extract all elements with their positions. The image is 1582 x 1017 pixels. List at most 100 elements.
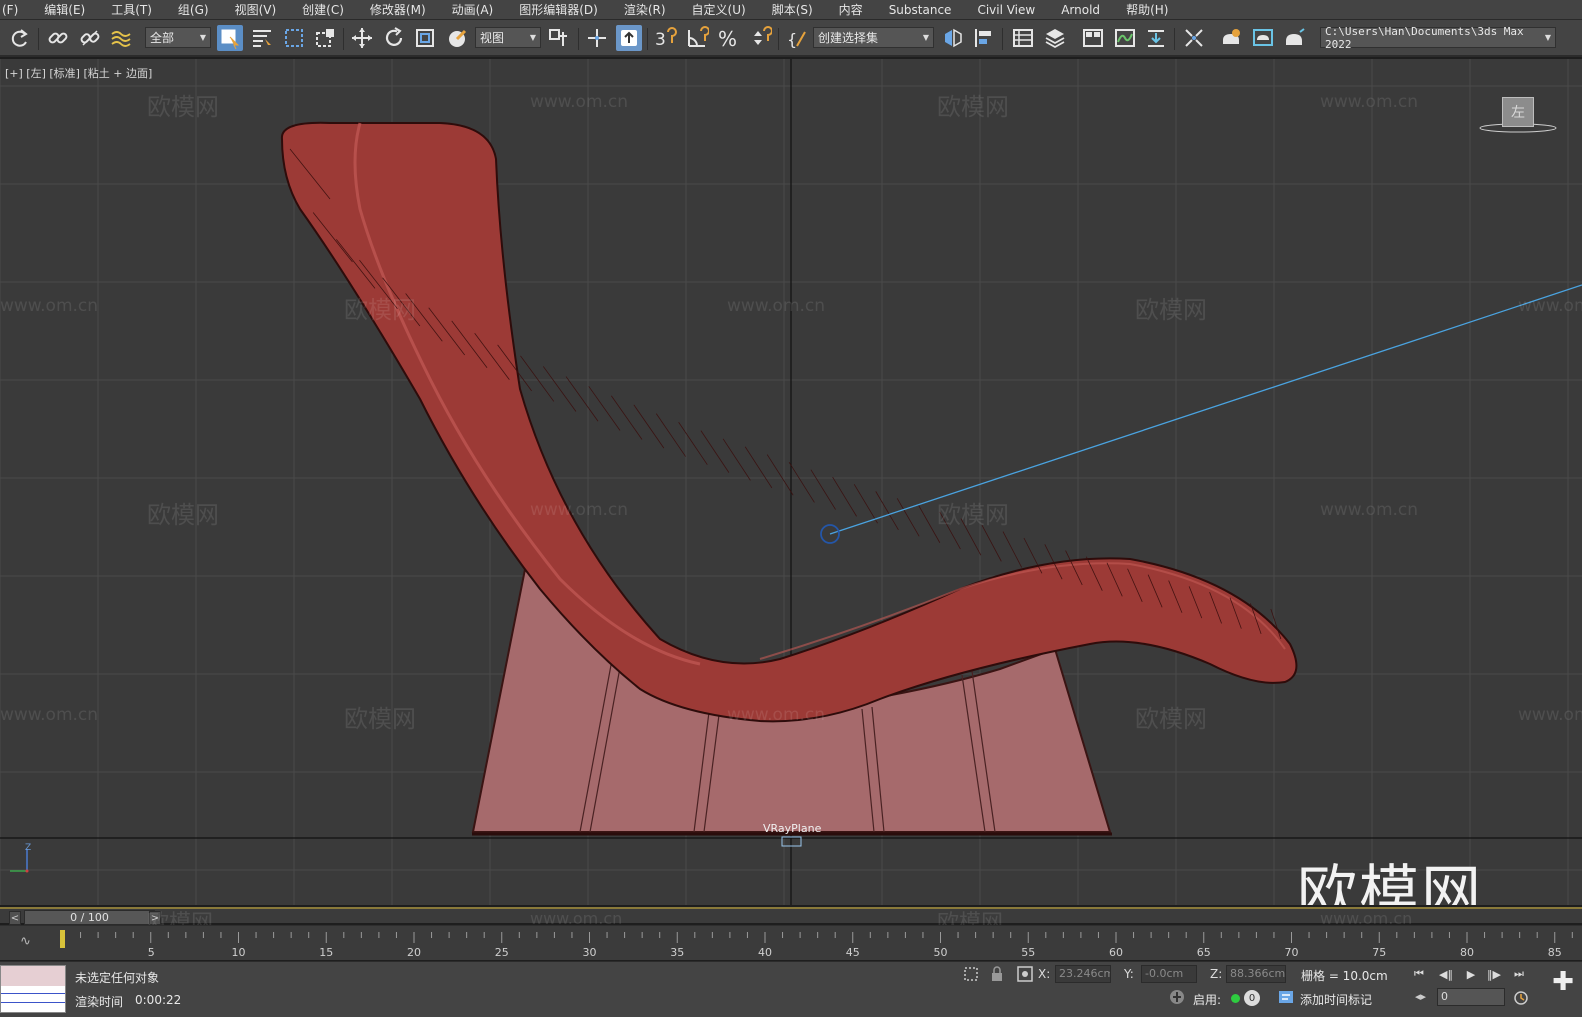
- menu-views[interactable]: 视图(V): [222, 1, 290, 18]
- wire-edge: [788, 462, 815, 503]
- menu-scripting[interactable]: 脚本(S): [759, 1, 826, 18]
- menu-edit[interactable]: 编辑(E): [31, 1, 98, 18]
- time-slider-next-button[interactable]: >: [149, 911, 161, 925]
- enable-label: 启用:: [1193, 993, 1222, 1007]
- menu-file[interactable]: (F): [0, 3, 31, 17]
- snap-toggle-icon[interactable]: 3: [652, 25, 678, 51]
- menu-substance[interactable]: Substance: [876, 3, 965, 17]
- menu-civil-view[interactable]: Civil View: [964, 3, 1048, 17]
- play-icon[interactable]: ▶: [1462, 965, 1480, 983]
- maxscript-mini-listener[interactable]: [0, 965, 66, 1013]
- mirror-icon[interactable]: [940, 25, 966, 51]
- wire-edge: [875, 491, 899, 531]
- z-coord-field[interactable]: 88.366cm: [1226, 965, 1286, 983]
- placement-icon[interactable]: [444, 25, 470, 51]
- unlink-icon[interactable]: [77, 25, 103, 51]
- next-frame-icon[interactable]: ‖▶: [1485, 965, 1503, 983]
- curve-editor-icon[interactable]: [1112, 25, 1138, 51]
- add-icon[interactable]: ✚: [1549, 967, 1577, 997]
- rendered-frame-window-icon[interactable]: [1250, 25, 1276, 51]
- track-tick-label: 60: [1109, 946, 1123, 959]
- menu-animation[interactable]: 动画(A): [439, 1, 507, 18]
- percent-snap-icon[interactable]: %: [716, 25, 742, 51]
- reference-coordinate-dropdown[interactable]: 视图 ▼: [475, 27, 541, 48]
- selection-filter-dropdown[interactable]: 全部 ▼: [145, 27, 211, 48]
- menu-help[interactable]: 帮助(H): [1113, 1, 1181, 18]
- track-tick-label: 55: [1021, 946, 1036, 959]
- rotate-icon[interactable]: [381, 25, 407, 51]
- viewcube[interactable]: 左: [1502, 97, 1534, 127]
- menu-rendering[interactable]: 渲染(R): [611, 1, 679, 18]
- menu-group[interactable]: 组(G): [165, 1, 222, 18]
- time-cursor[interactable]: [60, 930, 65, 948]
- previous-frame-icon[interactable]: ◀‖: [1437, 965, 1455, 983]
- scene-explorer-icon[interactable]: [1010, 25, 1036, 51]
- vray-plane-label[interactable]: VRayPlane: [763, 822, 821, 835]
- redo-icon[interactable]: [6, 25, 32, 51]
- lock-icon[interactable]: [990, 965, 1004, 983]
- x-coord-field[interactable]: 23.246cm: [1055, 965, 1111, 983]
- edit-named-selection-icon[interactable]: {: [784, 25, 810, 51]
- keyboard-shortcut-override-icon[interactable]: [616, 25, 642, 51]
- absolute-mode-icon[interactable]: [1016, 965, 1034, 983]
- named-selection-value: 创建选择集: [818, 31, 879, 45]
- pivot-center-icon[interactable]: [546, 25, 572, 51]
- select-object-icon[interactable]: [217, 25, 243, 51]
- go-to-start-icon[interactable]: ⏮: [1410, 965, 1428, 983]
- menu-tools[interactable]: 工具(T): [98, 1, 165, 18]
- status-bar: 未选定任何对象 渲染时间 0:00:22 X: 23.246cm Y: -0.0…: [0, 961, 1582, 1017]
- layer-explorer-icon[interactable]: [1042, 25, 1068, 51]
- key-mode-icon[interactable]: ◂▸: [1415, 990, 1426, 1003]
- main-toolbar: 全部 ▼ 视图 ▼ 3 % {创建选择集 ▼ C:\Users\Han\Doc…: [0, 20, 1582, 57]
- schematic-view-icon[interactable]: [1143, 25, 1169, 51]
- track-tick-label: 50: [933, 946, 948, 959]
- project-folder-dropdown[interactable]: C:\Users\Han\Documents\3ds Max 2022 ▼: [1320, 25, 1556, 51]
- window-crossing-icon[interactable]: [313, 25, 339, 51]
- material-editor-icon[interactable]: [1181, 25, 1207, 51]
- render-production-icon[interactable]: [1282, 25, 1308, 51]
- render-setup-icon[interactable]: [1218, 25, 1244, 51]
- go-to-end-icon[interactable]: ⏭: [1510, 965, 1528, 983]
- svg-text:Z: Z: [25, 843, 31, 853]
- adaptive-degradation-icon[interactable]: [1168, 988, 1186, 1006]
- align-icon[interactable]: [971, 25, 997, 51]
- named-selection-dropdown[interactable]: 创建选择集 ▼: [813, 27, 934, 48]
- scale-icon[interactable]: [412, 25, 438, 51]
- rectangular-selection-icon[interactable]: [281, 25, 307, 51]
- z-coord-label: Z:: [1210, 967, 1223, 981]
- time-config-icon[interactable]: [1512, 989, 1530, 1007]
- current-frame-field[interactable]: 0: [1437, 988, 1505, 1006]
- track-tick-label: 30: [582, 946, 597, 959]
- link-icon[interactable]: [45, 25, 71, 51]
- viewport-left[interactable]: Z [+] [左] [标准] [粘土 + 边面] 左 欧模网 www.om.cn…: [0, 59, 1582, 905]
- time-slider-prev-button[interactable]: <: [9, 911, 21, 925]
- track-tick-label: 45: [845, 946, 860, 959]
- menu-modifiers[interactable]: 修改器(M): [357, 1, 439, 18]
- time-slider-thumb[interactable]: 0 / 100: [24, 910, 155, 925]
- isolate-selection-icon[interactable]: [962, 965, 980, 983]
- y-coord-field[interactable]: -0.0cm: [1141, 965, 1197, 983]
- add-time-tag-button[interactable]: 添加时间标记: [1300, 991, 1372, 1008]
- angle-snap-icon[interactable]: [684, 25, 710, 51]
- status-indicator: [1231, 994, 1240, 1003]
- viewport-label[interactable]: [+] [左] [标准] [粘土 + 边面]: [5, 65, 152, 81]
- wire-edge: [633, 404, 665, 449]
- menu-create[interactable]: 创建(C): [289, 1, 357, 18]
- time-slider[interactable]: < 0 / 100 > 欧模网 www.om.cn 欧模网 www.om.cn: [0, 907, 1582, 936]
- wire-edge: [832, 476, 857, 517]
- select-by-name-icon[interactable]: [249, 25, 275, 51]
- track-bar[interactable]: ∿ 0510152025303540455055606570758085: [0, 925, 1582, 960]
- wire-edge: [588, 386, 621, 431]
- menu-customize[interactable]: 自定义(U): [679, 1, 759, 18]
- menu-arnold[interactable]: Arnold: [1048, 3, 1113, 17]
- time-tag-icon[interactable]: [1277, 988, 1295, 1006]
- toggle-ribbon-icon[interactable]: [1080, 25, 1106, 51]
- select-manipulate-icon[interactable]: [584, 25, 610, 51]
- menu-graph-editors[interactable]: 图形编辑器(D): [506, 1, 611, 18]
- spinner-snap-icon[interactable]: [747, 25, 773, 51]
- move-icon[interactable]: [349, 25, 375, 51]
- key-count-badge: 0: [1244, 990, 1260, 1006]
- bind-spacewarp-icon[interactable]: [108, 25, 134, 51]
- menu-content[interactable]: 内容: [826, 1, 876, 18]
- wire-edge: [810, 469, 836, 510]
